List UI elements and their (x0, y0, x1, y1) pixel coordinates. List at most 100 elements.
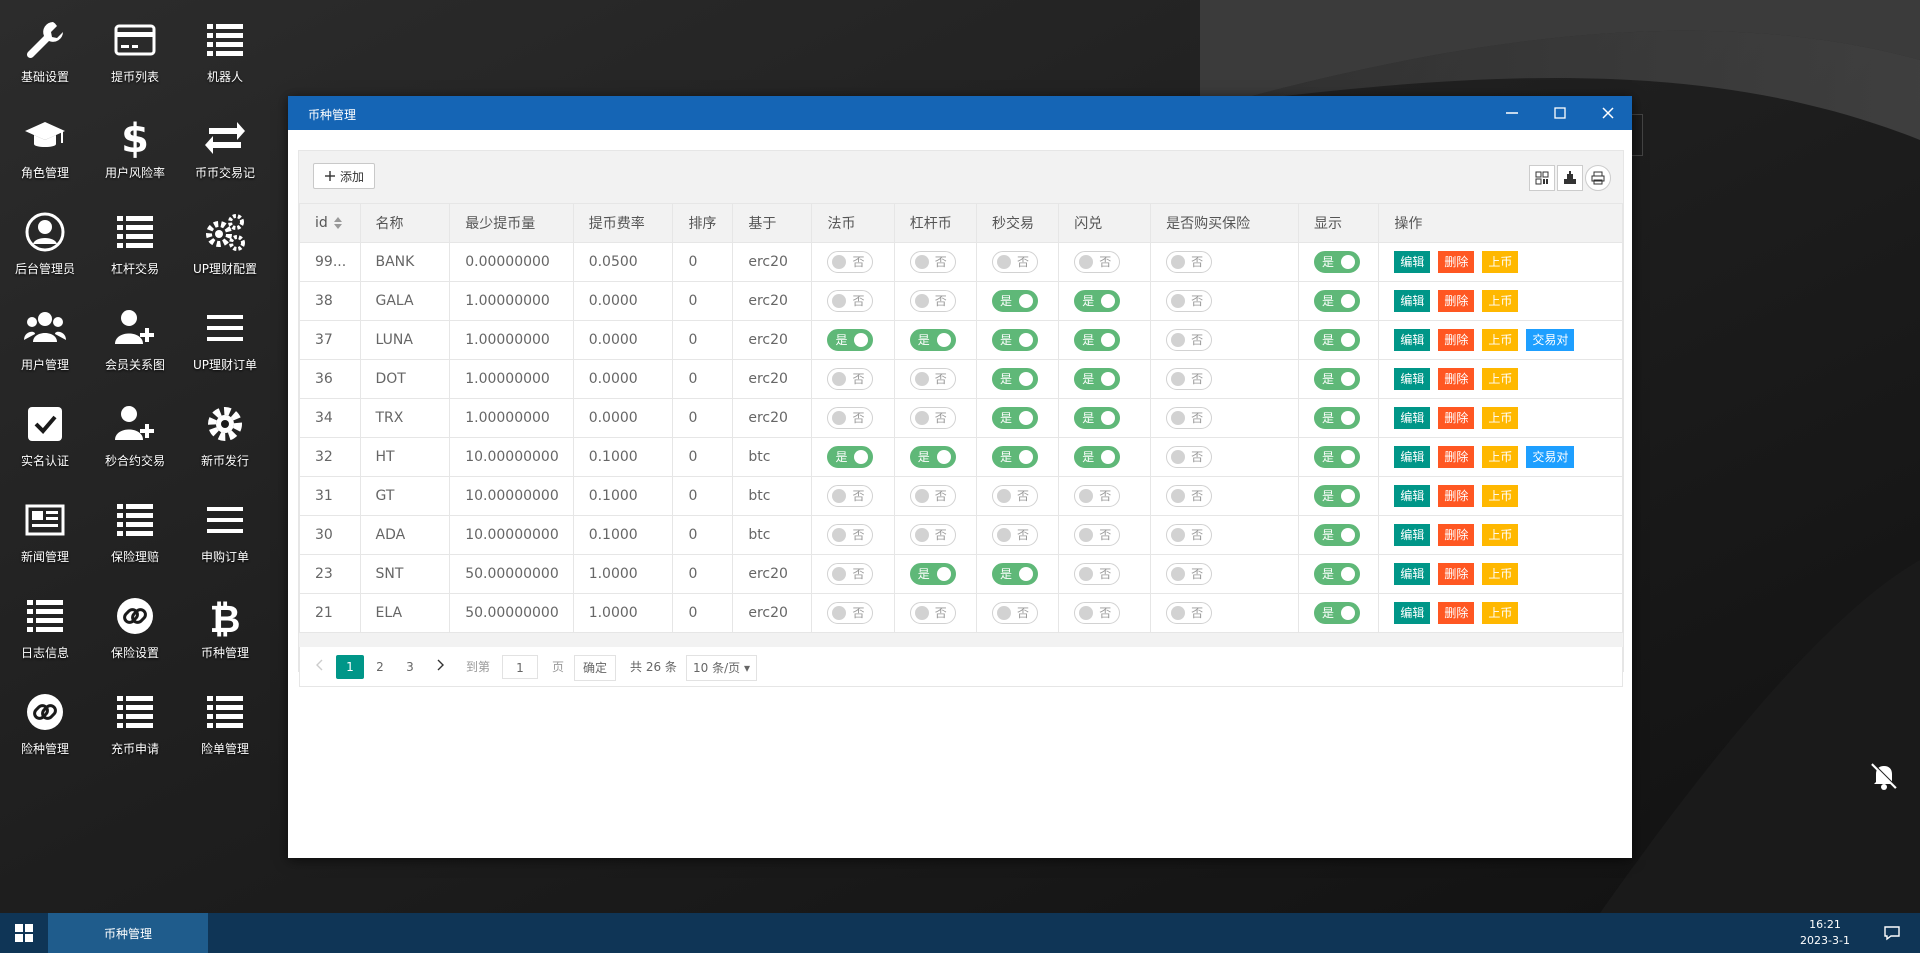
edit-button[interactable]: 编辑 (1394, 329, 1431, 351)
page-size-select[interactable]: 10 条/页 ▾ (686, 655, 757, 681)
fiat-switch[interactable]: 否 (827, 602, 874, 624)
insure-switch[interactable]: 否 (1166, 407, 1213, 429)
goto-confirm-button[interactable]: 确定 (574, 655, 617, 681)
desktop-icon-19[interactable]: 日志信息 (0, 576, 90, 668)
delete-button[interactable]: 删除 (1438, 602, 1475, 624)
delete-button[interactable]: 删除 (1438, 563, 1475, 585)
trading-pair-button[interactable]: 交易对 (1526, 329, 1575, 351)
desktop-icon-18[interactable]: 申购订单 (180, 480, 270, 572)
insure-switch[interactable]: 否 (1166, 290, 1213, 312)
lever-switch[interactable]: 是 (909, 563, 956, 585)
insure-switch[interactable]: 否 (1166, 368, 1213, 390)
fiat-switch[interactable]: 是 (827, 329, 874, 351)
desktop-icon-16[interactable]: 新闻管理 (0, 480, 90, 572)
list-coin-button[interactable]: 上币 (1482, 524, 1519, 546)
lever-switch[interactable]: 否 (909, 290, 956, 312)
lever-switch[interactable]: 否 (909, 407, 956, 429)
insure-switch[interactable]: 否 (1166, 329, 1213, 351)
desktop-icon-13[interactable]: 实名认证 (0, 384, 90, 476)
show-switch[interactable]: 是 (1314, 407, 1361, 429)
second-switch[interactable]: 否 (991, 524, 1038, 546)
desktop-icon-1[interactable]: 基础设置 (0, 0, 90, 92)
edit-button[interactable]: 编辑 (1394, 407, 1431, 429)
desktop-icon-17[interactable]: 保险理赔 (90, 480, 180, 572)
edit-button[interactable]: 编辑 (1394, 563, 1431, 585)
edit-button[interactable]: 编辑 (1394, 485, 1431, 507)
show-switch[interactable]: 是 (1314, 446, 1361, 468)
show-switch[interactable]: 是 (1314, 485, 1361, 507)
insure-switch[interactable]: 否 (1166, 563, 1213, 585)
next-page-button[interactable] (426, 655, 454, 679)
desktop-icon-6[interactable]: 币币交易记 (180, 96, 270, 188)
desktop-icon-2[interactable]: 提币列表 (90, 0, 180, 92)
delete-button[interactable]: 删除 (1438, 329, 1475, 351)
maximize-button[interactable] (1536, 96, 1584, 130)
list-coin-button[interactable]: 上币 (1482, 485, 1519, 507)
prev-page-button[interactable] (306, 655, 334, 679)
flash-switch[interactable]: 否 (1074, 524, 1121, 546)
flash-switch[interactable]: 是 (1074, 446, 1121, 468)
list-coin-button[interactable]: 上币 (1482, 446, 1519, 468)
edit-button[interactable]: 编辑 (1394, 290, 1431, 312)
desktop-icon-7[interactable]: 后台管理员 (0, 192, 90, 284)
desktop-icon-8[interactable]: 杠杆交易 (90, 192, 180, 284)
desktop-icon-10[interactable]: 用户管理 (0, 288, 90, 380)
edit-button[interactable]: 编辑 (1394, 602, 1431, 624)
column-header-0[interactable]: id (299, 203, 361, 243)
second-switch[interactable]: 是 (991, 290, 1038, 312)
fiat-switch[interactable]: 否 (827, 485, 874, 507)
lever-switch[interactable]: 否 (909, 524, 956, 546)
export-button[interactable] (1557, 165, 1583, 191)
show-switch[interactable]: 是 (1314, 563, 1361, 585)
second-switch[interactable]: 否 (991, 602, 1038, 624)
close-button[interactable] (1584, 96, 1632, 130)
fiat-switch[interactable]: 否 (827, 524, 874, 546)
fiat-switch[interactable]: 否 (827, 251, 874, 273)
insure-switch[interactable]: 否 (1166, 524, 1213, 546)
desktop-icon-20[interactable]: 保险设置 (90, 576, 180, 668)
flash-switch[interactable]: 是 (1074, 329, 1121, 351)
list-coin-button[interactable]: 上币 (1482, 407, 1519, 429)
flash-switch[interactable]: 是 (1074, 407, 1121, 429)
second-switch[interactable]: 是 (991, 446, 1038, 468)
list-coin-button[interactable]: 上币 (1482, 368, 1519, 390)
window-titlebar[interactable]: 币种管理 (288, 96, 1632, 130)
second-switch[interactable]: 否 (991, 251, 1038, 273)
show-switch[interactable]: 是 (1314, 251, 1361, 273)
flash-switch[interactable]: 是 (1074, 368, 1121, 390)
delete-button[interactable]: 删除 (1438, 251, 1475, 273)
delete-button[interactable]: 删除 (1438, 368, 1475, 390)
list-coin-button[interactable]: 上币 (1482, 251, 1519, 273)
delete-button[interactable]: 删除 (1438, 524, 1475, 546)
fiat-switch[interactable]: 否 (827, 368, 874, 390)
flash-switch[interactable]: 否 (1074, 485, 1121, 507)
taskbar-task-coin-management[interactable]: 币种管理 (48, 913, 208, 953)
edit-button[interactable]: 编辑 (1394, 446, 1431, 468)
desktop-icon-14[interactable]: 秒合约交易 (90, 384, 180, 476)
start-button[interactable] (0, 913, 48, 953)
list-coin-button[interactable]: 上币 (1482, 602, 1519, 624)
show-switch[interactable]: 是 (1314, 524, 1361, 546)
flash-switch[interactable]: 否 (1074, 563, 1121, 585)
desktop-icon-15[interactable]: 新币发行 (180, 384, 270, 476)
minimize-button[interactable] (1488, 96, 1536, 130)
second-switch[interactable]: 是 (991, 368, 1038, 390)
edit-button[interactable]: 编辑 (1394, 524, 1431, 546)
second-switch[interactable]: 是 (991, 407, 1038, 429)
list-coin-button[interactable]: 上币 (1482, 290, 1519, 312)
desktop-icon-5[interactable]: $ 用户风险率 (90, 96, 180, 188)
page-button-3[interactable]: 3 (396, 655, 424, 679)
print-button[interactable] (1585, 165, 1611, 191)
goto-page-input[interactable]: 1 (502, 655, 538, 679)
second-switch[interactable]: 是 (991, 563, 1038, 585)
desktop-icon-21[interactable]: ₿ 币种管理 (180, 576, 270, 668)
lever-switch[interactable]: 否 (909, 368, 956, 390)
sort-icon[interactable] (333, 217, 342, 229)
lever-switch[interactable]: 是 (909, 329, 956, 351)
bell-off-icon[interactable] (1866, 758, 1902, 794)
fiat-switch[interactable]: 否 (827, 563, 874, 585)
lever-switch[interactable]: 否 (909, 602, 956, 624)
edit-button[interactable]: 编辑 (1394, 368, 1431, 390)
desktop-icon-23[interactable]: 充币申请 (90, 672, 180, 764)
flash-switch[interactable]: 否 (1074, 602, 1121, 624)
